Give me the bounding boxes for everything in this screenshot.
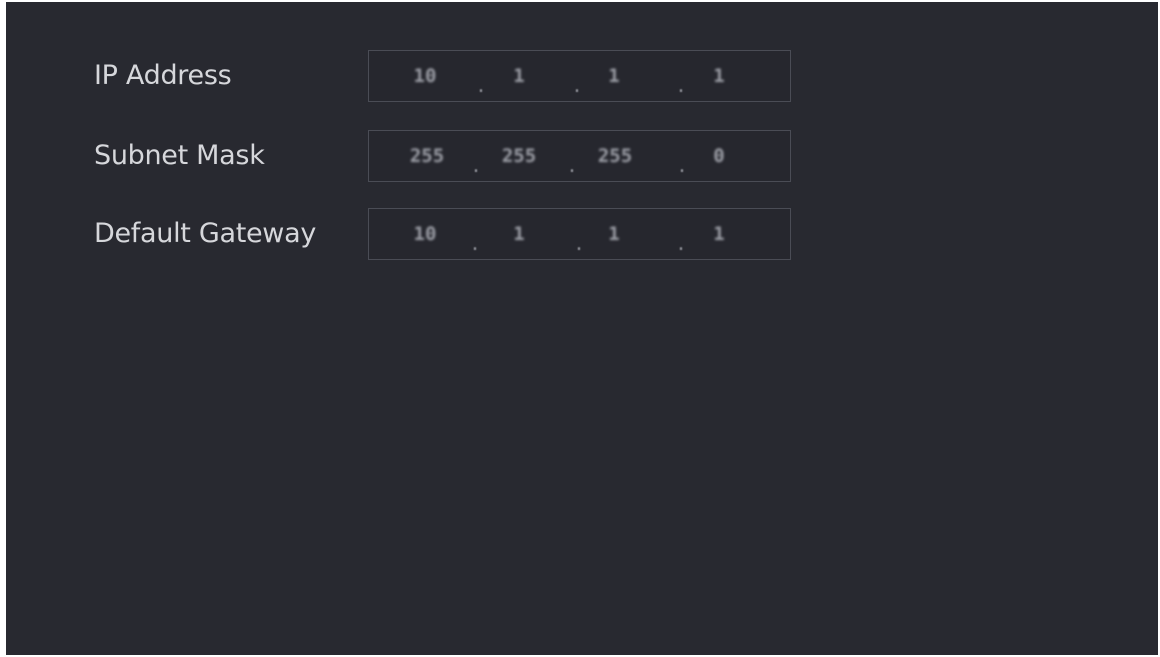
- octet-separator: .: [678, 153, 686, 178]
- octet-separator: .: [477, 73, 485, 98]
- subnet-mask-row: Subnet Mask 255 . 255 . 255 . 0: [6, 130, 1158, 184]
- default-gateway-octet-3[interactable]: 1: [608, 223, 619, 245]
- subnet-mask-octet-2[interactable]: 255: [502, 145, 536, 167]
- subnet-mask-octet-1[interactable]: 255: [410, 145, 444, 167]
- octet-separator: .: [575, 231, 583, 256]
- octet-separator: .: [472, 153, 480, 178]
- octet-separator: .: [471, 231, 479, 256]
- ip-address-row: IP Address 10 . 1 . 1 . 1: [6, 50, 1158, 104]
- ip-address-octet-1[interactable]: 10: [414, 65, 437, 87]
- octet-separator: .: [677, 231, 685, 256]
- default-gateway-octet-2[interactable]: 1: [513, 223, 524, 245]
- subnet-mask-octet-3[interactable]: 255: [598, 145, 632, 167]
- default-gateway-input[interactable]: 10 . 1 . 1 . 1: [368, 208, 791, 260]
- octet-separator: .: [677, 73, 685, 98]
- ip-address-input[interactable]: 10 . 1 . 1 . 1: [368, 50, 791, 102]
- default-gateway-label: Default Gateway: [94, 218, 317, 249]
- ip-address-octet-2[interactable]: 1: [513, 65, 524, 87]
- ip-address-octet-3[interactable]: 1: [608, 65, 619, 87]
- ip-address-label: IP Address: [94, 60, 232, 91]
- octet-separator: .: [568, 153, 576, 178]
- ip-address-octet-4[interactable]: 1: [713, 65, 724, 87]
- subnet-mask-octet-4[interactable]: 0: [713, 145, 724, 167]
- subnet-mask-label: Subnet Mask: [94, 140, 265, 171]
- subnet-mask-input[interactable]: 255 . 255 . 255 . 0: [368, 130, 791, 182]
- default-gateway-octet-4[interactable]: 1: [713, 223, 724, 245]
- octet-separator: .: [573, 73, 581, 98]
- default-gateway-octet-1[interactable]: 10: [414, 223, 437, 245]
- default-gateway-row: Default Gateway 10 . 1 . 1 . 1: [6, 208, 1158, 262]
- network-settings-panel: IP Address 10 . 1 . 1 . 1 Subnet Mask 25…: [6, 2, 1158, 655]
